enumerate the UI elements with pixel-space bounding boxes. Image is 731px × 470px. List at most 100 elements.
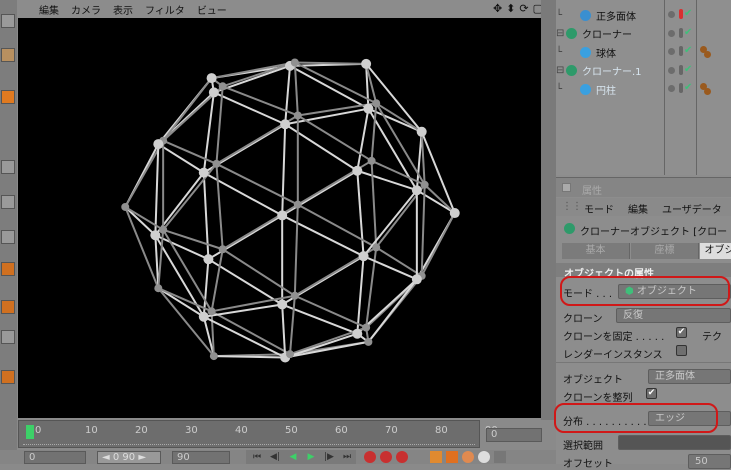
- autokey-icon[interactable]: [380, 451, 392, 463]
- menu-view[interactable]: ビュー: [197, 2, 227, 17]
- object-row[interactable]: ⊟ クローナー: [556, 25, 731, 43]
- texture-tag-icon[interactable]: [704, 51, 711, 58]
- keyframe-icon[interactable]: [396, 451, 408, 463]
- right-panel: └ 正多面体 ✔ ⊟ クローナー ✔ └ 球体 ✔ ⊟ クローナー.1 ✔ └ 円柱 ✔ 属性 ⋮⋮ モード…: [554, 0, 731, 470]
- offset-field[interactable]: 50: [688, 454, 731, 469]
- scale-key-icon[interactable]: [446, 451, 458, 463]
- timeline-tick-label: 30: [185, 425, 198, 436]
- wire-edge: [211, 310, 291, 356]
- wire-edge: [215, 163, 224, 250]
- param-key-icon[interactable]: [478, 451, 490, 463]
- object-row[interactable]: ⊟ クローナー.1: [556, 62, 731, 80]
- end-frame-field[interactable]: 90: [172, 451, 230, 464]
- enabled-check-icon[interactable]: ✔: [684, 27, 692, 38]
- menu-edit[interactable]: 編集: [39, 2, 59, 17]
- visibility-toggle[interactable]: [679, 83, 683, 93]
- enabled-check-icon[interactable]: ✔: [684, 82, 692, 93]
- layer-dot[interactable]: [668, 29, 675, 37]
- clone-dropdown[interactable]: 反復: [616, 308, 731, 323]
- wire-edge: [423, 184, 456, 214]
- rotate-key-icon[interactable]: [462, 451, 474, 463]
- wire-node-sphere: [198, 311, 209, 322]
- toolbar-button[interactable]: [1, 90, 15, 104]
- fix-clone-checkbox[interactable]: ✔: [676, 327, 687, 338]
- wire-edge: [294, 61, 377, 105]
- range-slider[interactable]: ◄ 0 90 ►: [97, 451, 161, 464]
- wire-edge: [215, 86, 224, 164]
- tab-basic[interactable]: 基本: [562, 243, 630, 259]
- menu-filter[interactable]: フィルタ: [145, 2, 185, 17]
- selection-label: 選択範囲: [563, 441, 603, 452]
- playback-button[interactable]: ⏭: [340, 451, 354, 464]
- layer-dot[interactable]: [668, 48, 675, 55]
- record-icon[interactable]: [364, 451, 376, 463]
- toolbar-button[interactable]: [1, 230, 15, 244]
- playback-button[interactable]: ◀: [286, 451, 300, 464]
- visibility-toggle[interactable]: [679, 9, 683, 19]
- align-clone-checkbox[interactable]: ✔: [646, 388, 657, 399]
- menu-userdata[interactable]: ユーザデータ: [662, 201, 722, 216]
- cylinder-icon: [580, 83, 591, 95]
- enabled-check-icon[interactable]: ✔: [684, 64, 692, 75]
- toolbar-button[interactable]: [1, 300, 15, 314]
- toolbar-button[interactable]: [1, 160, 15, 174]
- toolbar-button[interactable]: [1, 48, 15, 62]
- playback-button[interactable]: ⏮: [250, 451, 264, 464]
- wire-node-sphere: [361, 58, 372, 69]
- wire-node-sphere: [411, 185, 422, 196]
- toolbar-button[interactable]: [1, 262, 15, 276]
- object-row[interactable]: └ 正多面体: [556, 6, 731, 24]
- visibility-toggle[interactable]: [679, 27, 683, 38]
- menu-mode[interactable]: モード: [584, 201, 614, 216]
- playback-button[interactable]: |▶: [322, 451, 336, 464]
- tab-coord[interactable]: 座標: [631, 243, 699, 259]
- selection-field[interactable]: [618, 435, 731, 450]
- render-instance-checkbox[interactable]: [676, 345, 687, 356]
- pla-key-icon[interactable]: [494, 451, 506, 463]
- wire-edge: [281, 214, 365, 258]
- playback-button[interactable]: ▶: [304, 451, 318, 464]
- toolbar-button[interactable]: [1, 14, 15, 28]
- splitter[interactable]: [541, 0, 556, 420]
- wire-edge: [124, 206, 160, 289]
- object-link-field[interactable]: 正多面体: [648, 369, 731, 384]
- wire-edge: [203, 315, 286, 359]
- visibility-toggle[interactable]: [679, 46, 683, 56]
- 3d-viewport[interactable]: [18, 18, 541, 418]
- start-frame-field[interactable]: 0: [24, 451, 86, 464]
- wire-node-sphere: [358, 251, 369, 262]
- menu-camera[interactable]: カメラ: [71, 2, 101, 17]
- texture-tag-icon[interactable]: [704, 88, 711, 95]
- zoom-icon[interactable]: ⬍: [506, 2, 515, 15]
- wire-edge: [124, 206, 157, 236]
- layer-dot[interactable]: [668, 11, 675, 18]
- enabled-check-icon[interactable]: ✔: [684, 8, 692, 19]
- toolbar-button[interactable]: [1, 330, 15, 344]
- playback-button[interactable]: ◀|: [268, 451, 282, 464]
- toolbar-button[interactable]: [1, 370, 15, 384]
- wire-node-sphere: [159, 225, 168, 234]
- rotate-icon[interactable]: ⟳: [519, 2, 528, 15]
- wire-edge: [157, 287, 205, 318]
- render-instance-label: レンダーインスタンス: [563, 350, 663, 361]
- wire-edge: [356, 170, 365, 257]
- layer-dot[interactable]: [668, 85, 675, 92]
- wire-node-sphere: [154, 284, 163, 293]
- toolbar-button[interactable]: [1, 195, 15, 209]
- wire-node-sphere: [352, 165, 363, 176]
- wire-edge: [370, 160, 378, 248]
- menu-display[interactable]: 表示: [113, 2, 133, 17]
- wire-edge: [362, 189, 418, 257]
- timeline[interactable]: 0102030405060708090: [18, 420, 498, 448]
- move-key-icon[interactable]: [430, 451, 442, 463]
- enabled-check-icon[interactable]: ✔: [684, 45, 692, 56]
- tab-object[interactable]: オブジ: [700, 243, 731, 259]
- current-frame-field[interactable]: 0: [486, 428, 542, 442]
- move-icon[interactable]: ✥: [493, 2, 502, 15]
- layer-dot[interactable]: [668, 66, 675, 74]
- playhead[interactable]: [26, 425, 34, 439]
- visibility-toggle[interactable]: [679, 64, 683, 75]
- wire-node-sphere: [280, 119, 291, 130]
- menu-edit[interactable]: 編集: [628, 201, 648, 216]
- texture-label: テク: [702, 332, 722, 343]
